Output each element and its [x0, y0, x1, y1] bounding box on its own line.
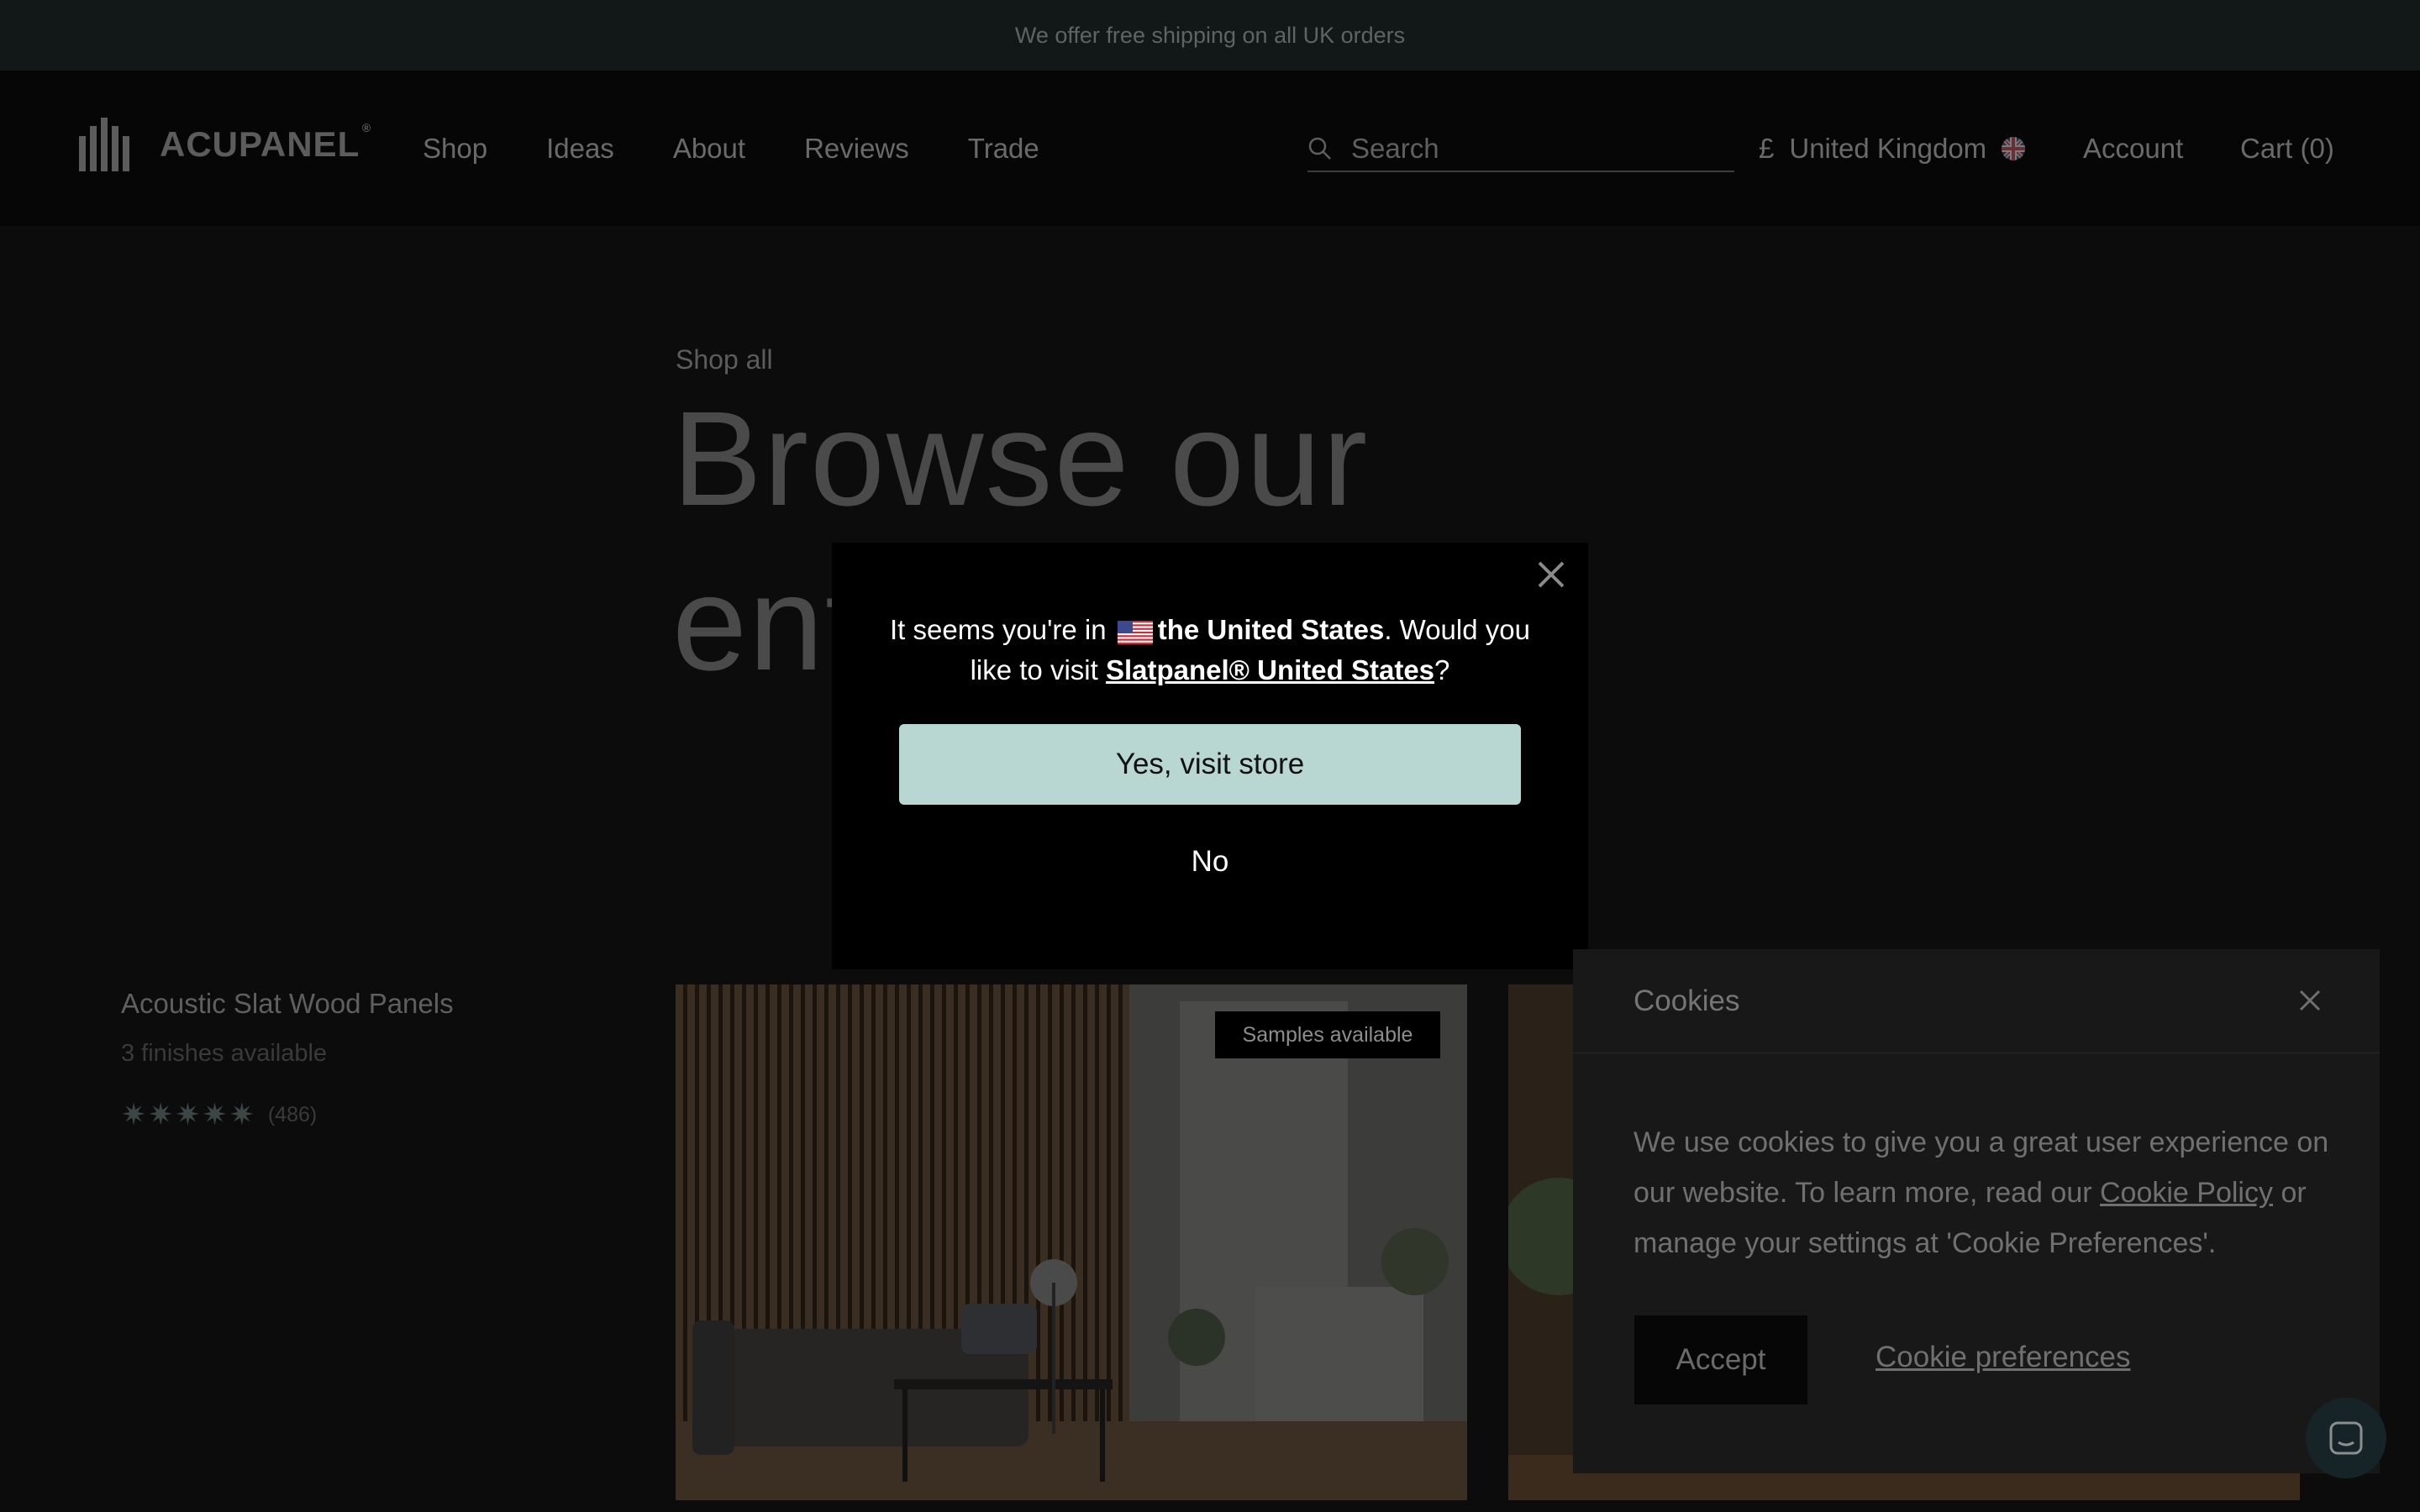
uk-flag-icon — [2002, 137, 2026, 160]
close-icon[interactable] — [2296, 986, 2324, 1015]
cookie-policy-link[interactable]: Cookie Policy — [2100, 1177, 2273, 1209]
star-icon: ✷ — [202, 1097, 228, 1131]
geo-message-suffix: ? — [1434, 654, 1450, 685]
store-link[interactable]: Slatpanel® United States — [1106, 654, 1434, 685]
cookie-title: Cookies — [1634, 984, 1740, 1017]
close-icon[interactable] — [1533, 556, 1570, 593]
product-image[interactable] — [676, 984, 1467, 1500]
nav-reviews[interactable]: Reviews — [804, 133, 909, 165]
logo[interactable]: ACUPANEL ® — [79, 118, 372, 171]
review-count: (486) — [267, 1102, 318, 1126]
samples-badge: Samples available — [1215, 1011, 1440, 1058]
search-icon[interactable] — [1307, 136, 1333, 161]
visit-store-button[interactable]: Yes, visit store — [899, 724, 1521, 805]
logo-mark-icon — [79, 118, 129, 171]
region-selector[interactable]: £ United Kingdom — [1759, 133, 2026, 165]
search-input[interactable] — [1349, 131, 1719, 165]
product-name[interactable]: Acoustic Slat Wood Panels — [121, 988, 454, 1020]
geo-message: It seems you're in the United States. Wo… — [882, 610, 1538, 690]
geo-country: the United States — [1157, 614, 1385, 645]
geo-redirect-modal: It seems you're in the United States. Wo… — [832, 543, 1588, 969]
announcement-bar: We offer free shipping on all UK orders — [0, 0, 2420, 71]
breadcrumb[interactable]: Shop all — [676, 344, 773, 375]
cookie-preferences-link[interactable]: Cookie preferences — [1876, 1341, 2131, 1374]
product-rating[interactable]: ✷ ✷ ✷ ✷ ✷ (486) — [121, 1097, 317, 1132]
account-link[interactable]: Account — [2083, 133, 2183, 165]
nav-trade[interactable]: Trade — [968, 133, 1039, 165]
star-icon: ✷ — [229, 1097, 255, 1131]
page-title-line-1: Browse our — [672, 383, 1370, 533]
living-room-photo — [676, 984, 1467, 1500]
product-finishes: 3 finishes available — [121, 1040, 328, 1067]
currency-symbol: £ — [1759, 133, 1775, 164]
site-header: ACUPANEL ® Shop Ideas About Reviews Trade… — [0, 71, 2420, 226]
nav-shop[interactable]: Shop — [423, 133, 487, 165]
cookie-header: Cookies — [1573, 949, 2380, 1053]
decline-button[interactable]: No — [832, 845, 1588, 879]
nav-about[interactable]: About — [673, 133, 745, 165]
geo-message-prefix: It seems you're in — [890, 614, 1107, 645]
accept-cookies-button[interactable]: Accept — [1634, 1315, 1807, 1404]
cart-link[interactable]: Cart (0) — [2240, 133, 2334, 165]
star-icon: ✷ — [121, 1097, 147, 1131]
cookie-panel: Cookies We use cookies to give you a gre… — [1573, 949, 2380, 1473]
us-flag-icon — [1117, 621, 1153, 644]
nav-ideas[interactable]: Ideas — [546, 133, 614, 165]
search-bar — [1307, 126, 1734, 172]
region-label: United Kingdom — [1789, 133, 1987, 164]
star-icon: ✷ — [148, 1097, 174, 1131]
brand-name: ACUPANEL ® — [160, 121, 372, 164]
chat-launcher-button[interactable] — [2306, 1398, 2386, 1478]
cookie-message: We use cookies to give you a great user … — [1634, 1117, 2331, 1268]
star-icon: ✷ — [175, 1097, 201, 1131]
main-nav: Shop Ideas About Reviews Trade — [423, 133, 1098, 165]
chat-icon — [2329, 1421, 2363, 1455]
announcement-text: We offer free shipping on all UK orders — [1014, 22, 1406, 48]
